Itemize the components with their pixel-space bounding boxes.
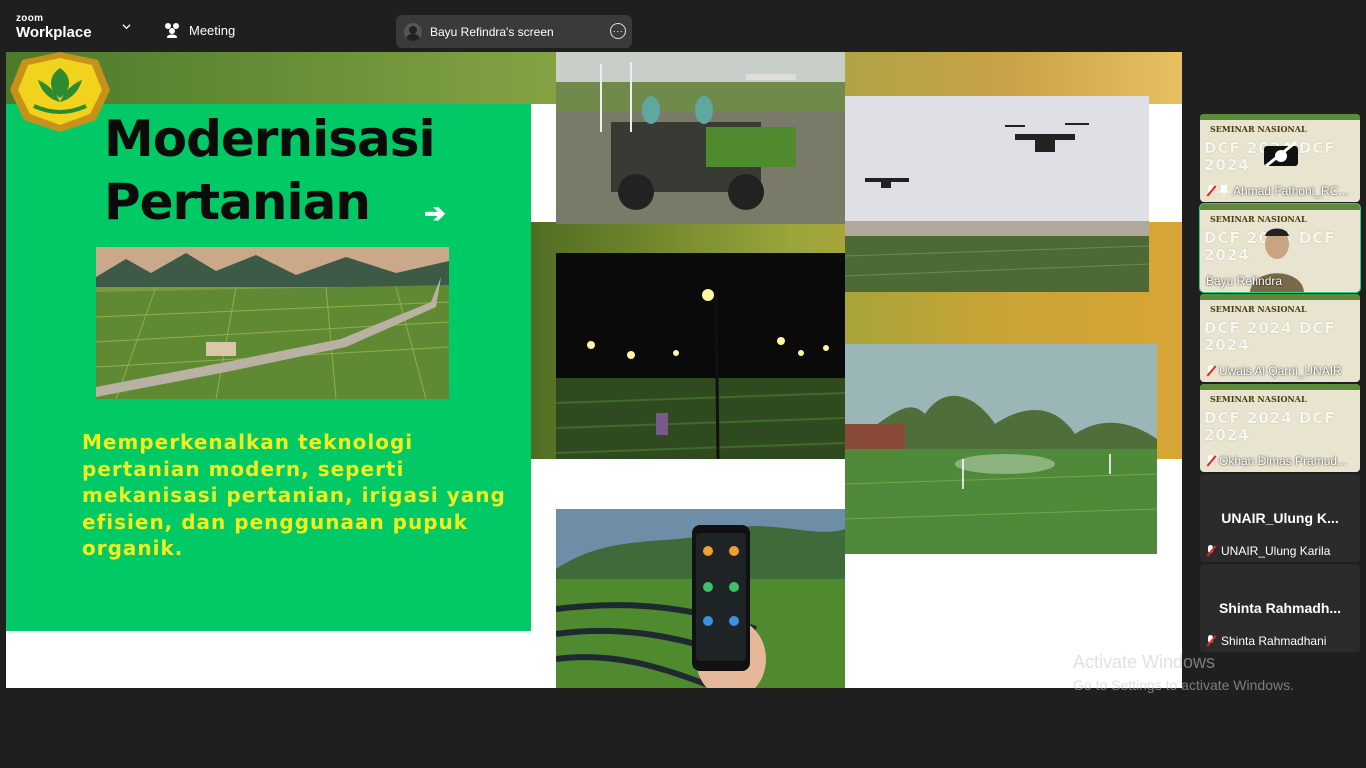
banner-band: [1200, 384, 1360, 390]
banner-dcf-text: DCF 2024 DCF 2024: [1204, 409, 1336, 444]
banner-seminar-text: SEMINAR NASIONAL: [1210, 304, 1307, 314]
sprinkler-irrigation-photo: [845, 344, 1157, 554]
participant-name: Ahmad Fathoni_RC...: [1233, 184, 1349, 198]
participant-name: Uwais Al Qarni_UNAIR: [1219, 364, 1342, 378]
activate-windows-subtitle: Go to Settings to activate Windows.: [1073, 677, 1294, 693]
video-off-icon: [1264, 140, 1298, 168]
participant-display-name: UNAIR_Ulung K...: [1221, 510, 1339, 526]
participant-name-bar: Uwais Al Qarni_UNAIR: [1206, 364, 1342, 378]
banner-band: [1200, 114, 1360, 120]
meeting-label: Meeting: [189, 22, 236, 38]
participant-tile-no-video[interactable]: UNAIR_Ulung K... UNAIR_Ulung Karila: [1200, 474, 1360, 562]
meeting-button[interactable]: Meeting: [163, 22, 235, 38]
participant-tile[interactable]: SEMINAR NASIONAL DCF 2024 DCF 2024 Ahmad…: [1200, 114, 1360, 202]
ministry-emblem-logo: [10, 52, 110, 132]
participant-tile[interactable]: SEMINAR NASIONAL DCF 2024 DCF 2024 Okhan…: [1200, 384, 1360, 472]
slide-description: Memperkenalkan teknologi pertanian moder…: [82, 430, 506, 560]
screen-share-label: Bayu Refindra's screen: [430, 24, 554, 39]
brand-large: Workplace: [16, 24, 92, 41]
participant-display-name: Shinta Rahmadh...: [1218, 600, 1342, 616]
mic-muted-icon: [1206, 365, 1215, 377]
mic-muted-icon: [1206, 545, 1215, 557]
screen-share-indicator[interactable]: Bayu Refindra's screen ···: [396, 15, 632, 48]
night-lighting-field-photo: [556, 253, 845, 459]
more-options-icon[interactable]: ···: [610, 23, 626, 39]
banner-band: [1200, 204, 1360, 210]
activate-windows-title: Activate Windows: [1073, 652, 1216, 672]
slide-title: Modernisasi Pertanian: [104, 108, 436, 234]
brand-small: zoom: [16, 13, 44, 24]
participants-icon: [165, 23, 179, 38]
participant-name-bar: Okhan Dimas Pramud...: [1206, 454, 1347, 468]
slide-title-line1: Modernisasi: [104, 110, 436, 168]
participant-name: Okhan Dimas Pramud...: [1219, 454, 1348, 468]
participant-tile-no-video[interactable]: Shinta Rahmadh... Shinta Rahmadhani: [1200, 564, 1360, 652]
participant-name-bar: UNAIR_Ulung Karila: [1206, 544, 1330, 558]
agricultural-drone-photo: [845, 96, 1149, 292]
pin-icon: [1219, 185, 1229, 197]
mic-muted-icon: [1206, 635, 1215, 647]
slide-title-line2: Pertanian: [104, 173, 371, 231]
banner-seminar-text: SEMINAR NASIONAL: [1210, 394, 1307, 404]
participant-tile-active-speaker[interactable]: SEMINAR NASIONAL DCF 2024 DCF 2024 Bayu …: [1199, 203, 1361, 293]
chevron-down-icon[interactable]: [122, 22, 131, 31]
presenter-avatar: [404, 22, 422, 41]
participant-name-bar: Ahmad Fathoni_RC...: [1206, 184, 1348, 198]
participant-name-bar: Shinta Rahmadhani: [1206, 634, 1326, 648]
smart-farming-app-photo: [556, 509, 845, 688]
participant-name-bar: Bayu Refindra: [1206, 274, 1282, 288]
banner-dcf-text: DCF 2024 DCF 2024: [1204, 319, 1336, 354]
banner-seminar-text: SEMINAR NASIONAL: [1210, 124, 1307, 134]
participant-name: Shinta Rahmadhani: [1221, 634, 1327, 648]
rice-transplanter-photo: [556, 52, 845, 224]
banner-band: [1200, 294, 1360, 300]
zoom-workplace-logo[interactable]: zoom Workplace: [16, 13, 92, 41]
participant-tile[interactable]: SEMINAR NASIONAL DCF 2024 DCF 2024 Uwais…: [1200, 294, 1360, 382]
mic-muted-icon: [1206, 455, 1215, 467]
mic-muted-icon: [1206, 185, 1215, 197]
rice-field-photo: [96, 247, 449, 399]
meeting-toolbar: zoom Workplace Meeting Bayu Refindra's s…: [0, 0, 1366, 52]
arrow-right-icon: ➔: [424, 198, 446, 228]
participant-name: UNAIR_Ulung Karila: [1221, 544, 1331, 558]
participant-name: Bayu Refindra: [1206, 274, 1283, 288]
shared-slide: Modernisasi Pertanian ➔ Memperkenalkan t…: [6, 52, 1182, 688]
